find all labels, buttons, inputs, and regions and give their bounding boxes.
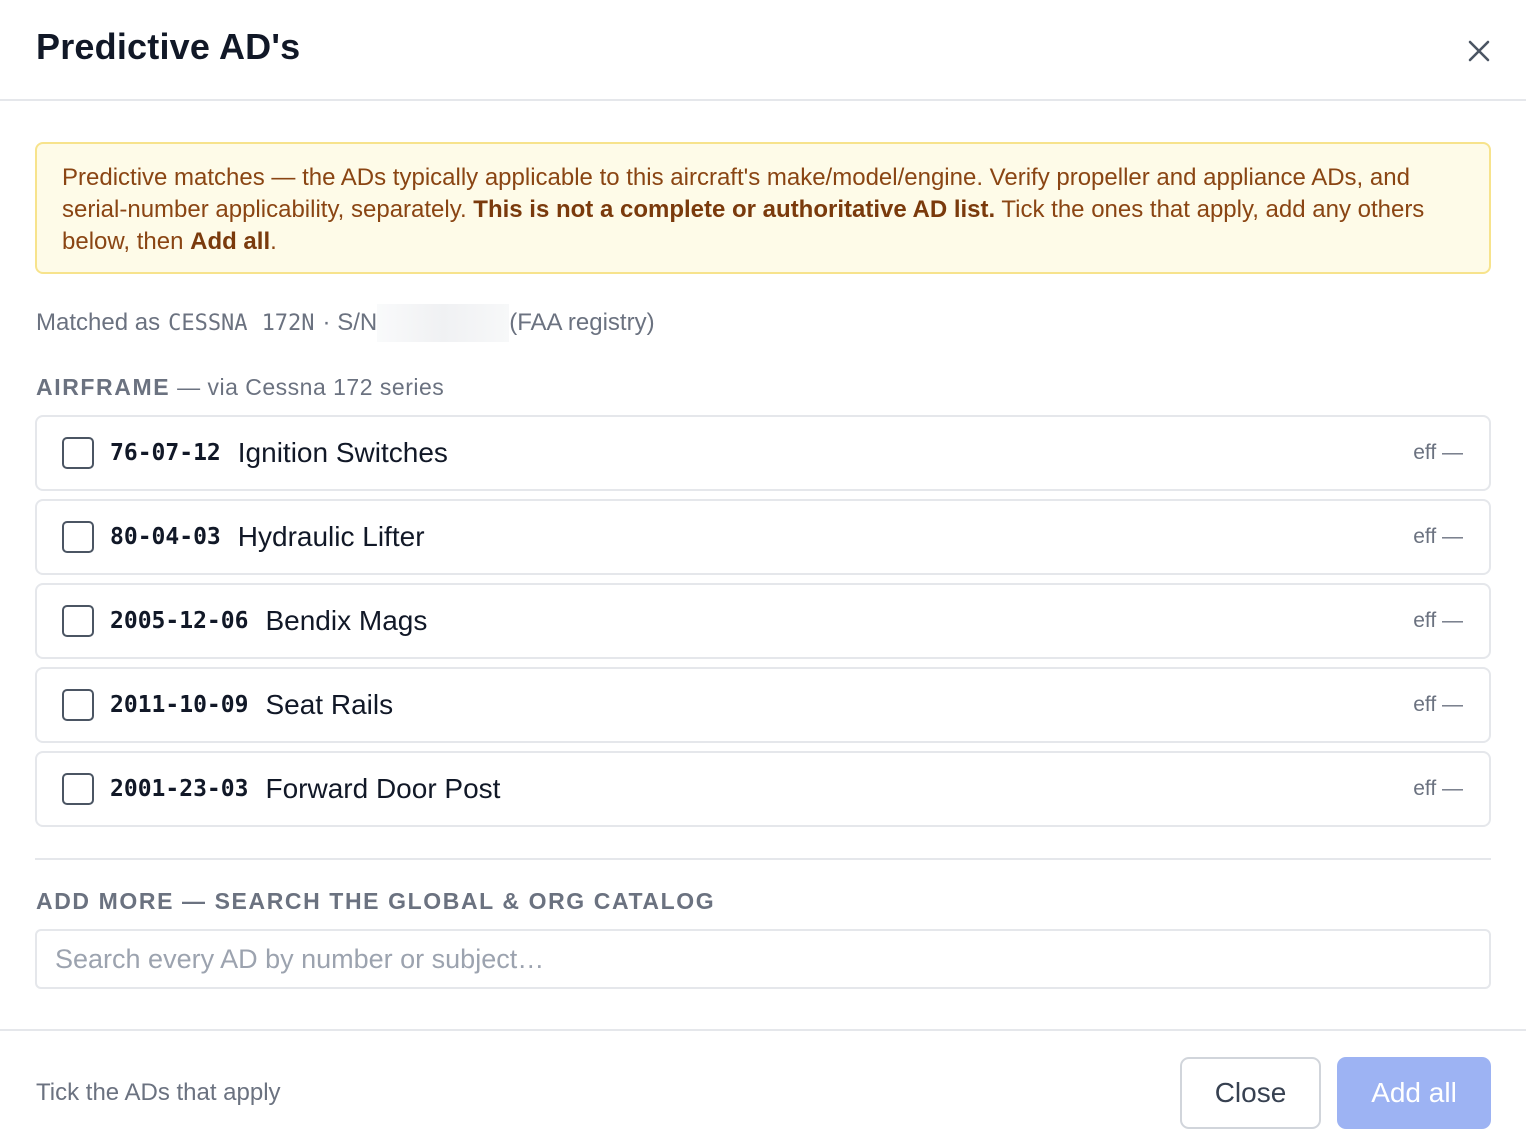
dialog-footer: Tick the ADs that apply Close Add all <box>0 1029 1526 1148</box>
add-all-button[interactable]: Add all <box>1337 1057 1491 1129</box>
ad-search-input[interactable] <box>35 929 1491 989</box>
ad-effective-date: eff — <box>1413 777 1463 800</box>
matched-model: 172N <box>261 310 315 336</box>
serial-number-label: · S/N <box>322 309 378 336</box>
warning-banner: Predictive matches — the ADs typically a… <box>35 142 1491 274</box>
warning-add-all-ref: Add all <box>190 228 271 255</box>
ad-list: 76-07-12 Ignition Switches eff — 80-04-0… <box>35 415 1491 835</box>
warning-emphasis: This is not a complete or authoritative … <box>473 196 996 223</box>
ad-row[interactable]: 2011-10-09 Seat Rails eff — <box>35 667 1491 743</box>
airframe-via: — via Cessna 172 series <box>170 374 445 400</box>
ad-checkbox[interactable] <box>62 773 94 805</box>
add-more-label: ADD MORE — SEARCH THE GLOBAL & ORG CATAL… <box>36 888 716 914</box>
predictive-ads-dialog: Predictive AD's Predictive matches — the… <box>0 0 1526 1148</box>
ad-subject: Hydraulic Lifter <box>237 521 425 552</box>
ad-number: 2011-10-09 <box>110 692 249 718</box>
section-divider <box>35 858 1491 860</box>
ad-effective-date: eff — <box>1413 609 1463 632</box>
ad-checkbox[interactable] <box>62 521 94 553</box>
close-button[interactable]: Close <box>1180 1057 1321 1129</box>
ad-row[interactable]: 2005-12-06 Bendix Mags eff — <box>35 583 1491 659</box>
ad-effective-date: eff — <box>1413 525 1463 548</box>
ad-checkbox[interactable] <box>62 605 94 637</box>
ad-number: 80-04-03 <box>110 524 221 550</box>
matched-make: CESSNA <box>168 310 248 336</box>
ad-checkbox[interactable] <box>62 689 94 721</box>
ad-effective-date: eff — <box>1413 693 1463 716</box>
airframe-label: AIRFRAME <box>36 374 171 400</box>
matched-aircraft-line: Matched as CESSNA 172N · S/N (FAA regist… <box>36 304 655 342</box>
ad-checkbox[interactable] <box>62 437 94 469</box>
ad-row[interactable]: 80-04-03 Hydraulic Lifter eff — <box>35 499 1491 575</box>
ad-subject: Ignition Switches <box>237 437 448 468</box>
ad-subject: Seat Rails <box>265 689 394 720</box>
ad-number: 76-07-12 <box>110 440 221 466</box>
dialog-header: Predictive AD's <box>0 0 1526 101</box>
close-icon[interactable] <box>1462 34 1496 68</box>
airframe-section-label: AIRFRAME — via Cessna 172 series <box>36 374 444 401</box>
ad-row[interactable]: 76-07-12 Ignition Switches eff — <box>35 415 1491 491</box>
warning-text: . <box>270 228 277 255</box>
ad-effective-date: eff — <box>1413 441 1463 464</box>
matched-prefix: Matched as <box>36 309 161 336</box>
ad-number: 2005-12-06 <box>110 608 249 634</box>
dialog-title: Predictive AD's <box>36 26 301 67</box>
footer-hint: Tick the ADs that apply <box>36 1079 281 1106</box>
ad-row[interactable]: 2001-23-03 Forward Door Post eff — <box>35 751 1491 827</box>
ad-subject: Bendix Mags <box>265 605 428 636</box>
serial-number-redacted <box>377 304 510 342</box>
ad-number: 2001-23-03 <box>110 776 249 802</box>
ad-subject: Forward Door Post <box>265 773 501 804</box>
matched-source: (FAA registry) <box>509 309 655 336</box>
